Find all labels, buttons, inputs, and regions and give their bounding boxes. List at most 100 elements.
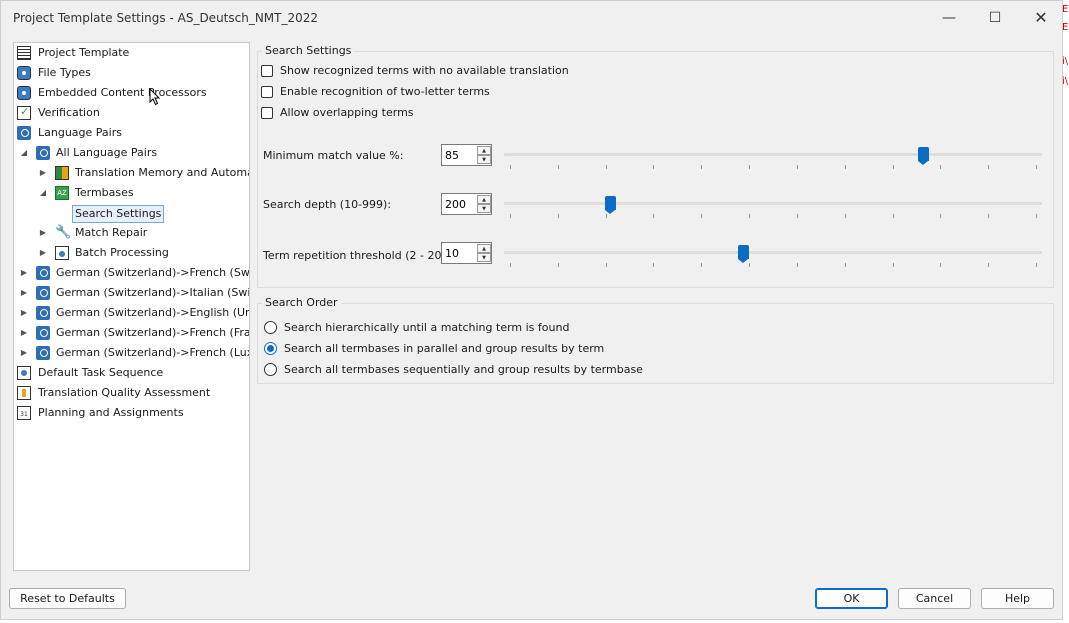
language-pair-icon [36, 326, 50, 340]
slider-tick [749, 165, 751, 169]
tree-item-label: Batch Processing [75, 246, 169, 259]
language-pair-icon [36, 146, 50, 160]
search-depth-label: Search depth (10-999): [263, 198, 392, 211]
slider-track [504, 251, 1042, 254]
slider-tick [605, 214, 607, 218]
slider-tick [940, 263, 942, 267]
collapse-icon[interactable]: ◢ [19, 143, 29, 163]
minimum-match-label: Minimum match value %: [263, 149, 404, 162]
tree-item-label: German (Switzerland)->Italian (Switzer [56, 286, 250, 299]
minimum-match-input[interactable] [442, 145, 476, 165]
term-repetition-stepper[interactable]: ▲ ▼ [441, 242, 492, 264]
expand-icon[interactable]: ▶ [38, 243, 48, 263]
checkbox[interactable] [261, 65, 273, 77]
radio-button[interactable] [264, 321, 277, 334]
slider-tick [940, 165, 942, 169]
language-pair-icon [36, 266, 50, 280]
batch-icon [55, 246, 69, 260]
spin-up-icon[interactable]: ▲ [477, 146, 491, 155]
slider-thumb[interactable] [918, 147, 930, 165]
slider-tick [988, 165, 990, 169]
expand-icon[interactable]: ▶ [19, 283, 29, 303]
tree-item-label: Translation Quality Assessment [38, 386, 211, 399]
tree-item-label: Termbases [75, 186, 134, 199]
slider-thumb[interactable] [604, 196, 616, 214]
slider-track [504, 202, 1042, 205]
slider-thumb[interactable] [737, 245, 749, 263]
expand-icon[interactable]: ▶ [19, 343, 29, 363]
search-depth-input[interactable] [442, 194, 476, 214]
slider-tick [510, 165, 511, 169]
slider-tick [844, 263, 846, 267]
minimize-button[interactable]: — [927, 7, 971, 29]
slider-tick [844, 165, 846, 169]
radio-label: Search all termbases sequentially and gr… [284, 363, 643, 376]
spin-down-icon[interactable]: ▼ [477, 253, 491, 262]
spin-up-icon[interactable]: ▲ [477, 195, 491, 204]
tree-item-label: Translation Memory and Automat [75, 166, 250, 179]
slider-tick [892, 165, 894, 169]
expand-icon[interactable]: ▶ [19, 303, 29, 323]
expand-icon[interactable]: ▶ [38, 163, 48, 183]
checkbox[interactable] [261, 107, 273, 119]
slider-tick [653, 165, 655, 169]
checkbox[interactable] [261, 86, 273, 98]
slider-track [504, 153, 1042, 156]
gear-icon [17, 66, 31, 80]
tree-item-label: All Language Pairs [56, 146, 158, 159]
slider-tick [510, 214, 511, 218]
slider-tick [557, 165, 559, 169]
slider-tick [796, 165, 798, 169]
term-repetition-input[interactable] [442, 243, 476, 263]
tree-item-label: German (Switzerland)->French (Luxem [56, 346, 250, 359]
qa-icon [17, 386, 31, 400]
slider-tick [701, 214, 703, 218]
tree-item-label: German (Switzerland)->French (France [56, 326, 250, 339]
minimum-match-slider[interactable] [504, 147, 1042, 173]
verification-icon [17, 102, 31, 122]
radio-button[interactable] [264, 363, 277, 376]
window-title: Project Template Settings - AS_Deutsch_N… [13, 11, 319, 25]
template-grid-icon [17, 46, 31, 60]
term-repetition-slider[interactable] [504, 245, 1042, 271]
close-button[interactable]: ✕ [1019, 7, 1063, 29]
spin-up-icon[interactable]: ▲ [477, 244, 491, 253]
slider-tick [701, 165, 703, 169]
ok-button[interactable]: OK [815, 588, 888, 609]
slider-tick [796, 214, 798, 218]
tree-item-label: Match Repair [75, 226, 148, 239]
slider-tick [892, 263, 894, 267]
slider-tick [653, 263, 655, 267]
checkbox-label: Enable recognition of two-letter terms [280, 85, 490, 98]
slider-tick [1036, 263, 1037, 267]
search-depth-stepper[interactable]: ▲ ▼ [441, 193, 492, 215]
mouse-cursor-icon [149, 88, 161, 106]
search-depth-slider[interactable] [504, 196, 1042, 222]
tree-item-label: Default Task Sequence [38, 366, 164, 379]
expand-icon[interactable]: ▶ [19, 263, 29, 283]
slider-tick [1036, 214, 1037, 218]
calendar-icon: 31 [17, 406, 31, 420]
tree-item-label: Embedded Content Processors [38, 86, 207, 99]
termbase-icon: AZ [55, 186, 69, 200]
settings-tree[interactable]: Project Template File Types Embedded Con… [13, 42, 250, 571]
checkbox-label: Allow overlapping terms [280, 106, 414, 119]
spin-down-icon[interactable]: ▼ [477, 155, 491, 164]
expand-icon[interactable]: ▶ [19, 323, 29, 343]
spin-down-icon[interactable]: ▼ [477, 204, 491, 213]
help-button[interactable]: Help [981, 588, 1054, 609]
reset-to-defaults-button[interactable]: Reset to Defaults [9, 588, 126, 609]
checkbox-label: Show recognized terms with no available … [280, 64, 569, 77]
slider-tick [892, 214, 894, 218]
slider-tick [557, 214, 559, 218]
radio-label: Search all termbases in parallel and gro… [284, 342, 605, 355]
cancel-button[interactable]: Cancel [898, 588, 971, 609]
collapse-icon[interactable]: ◢ [38, 183, 48, 203]
tree-item-label: German (Switzerland)->French (Switze [56, 266, 250, 279]
background-window-edge: E Ei\ i\ [1062, 0, 1069, 623]
maximize-button[interactable]: ☐ [973, 7, 1017, 29]
expand-icon[interactable]: ▶ [38, 223, 48, 243]
radio-button-selected[interactable] [264, 342, 277, 355]
minimum-match-stepper[interactable]: ▲ ▼ [441, 144, 492, 166]
tree-item-label-selected: Search Settings [72, 205, 165, 223]
